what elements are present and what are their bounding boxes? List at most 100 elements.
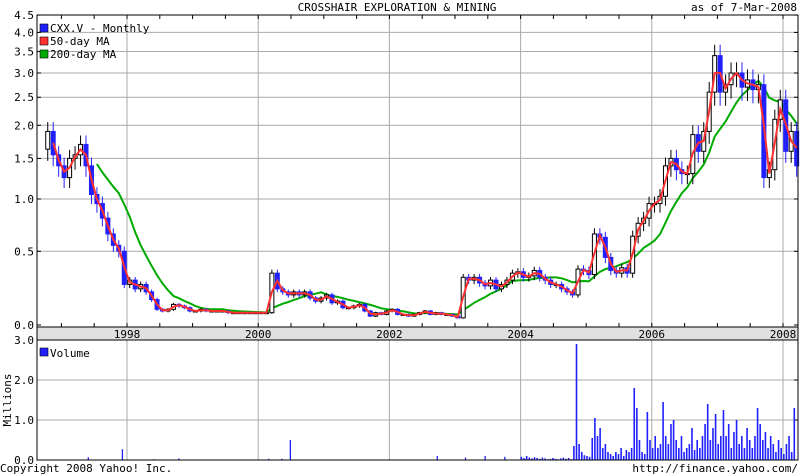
y-tick-label: 4.0 <box>14 26 34 39</box>
volume-bar <box>735 420 738 460</box>
volume-bar <box>662 402 664 460</box>
volume-bar <box>783 454 785 460</box>
volume-bar <box>712 428 714 460</box>
volume-grid: 0.01.02.03.0 <box>14 334 798 467</box>
legend-swatch-ma200 <box>39 49 49 59</box>
x-tick-label: 2004 <box>507 328 534 341</box>
volume-bar <box>525 456 528 460</box>
volume-bar <box>730 448 733 460</box>
volume-bar <box>727 424 730 460</box>
volume-bar <box>777 440 780 460</box>
volume-bar <box>701 436 704 460</box>
volume-bar <box>599 428 601 460</box>
volume-bar <box>121 449 124 460</box>
volume-bar <box>604 444 607 460</box>
volume-bar <box>583 455 586 460</box>
legend-label-volume: Volume <box>50 347 90 360</box>
y-tick-label: 2.0 <box>14 119 34 132</box>
volume-plot-frame <box>36 339 799 461</box>
volume-bar <box>704 424 706 460</box>
y-tick-label: 1.0 <box>14 193 34 206</box>
legend-label-price: CXX.V - Monthly <box>50 22 150 35</box>
volume-bar <box>775 452 777 460</box>
volume-bar <box>633 388 636 460</box>
volume-bar <box>717 444 719 460</box>
source-link[interactable]: http://finance.yahoo.com/ <box>632 462 798 475</box>
volume-bar <box>788 436 790 460</box>
volume-y-tick-label: 2.0 <box>14 374 34 387</box>
volume-bar <box>659 444 662 460</box>
volume-bar <box>688 444 691 460</box>
volume-bar <box>780 448 782 460</box>
x-axis-years: 1998 2000 2002 2004 2006 2008 <box>60 15 797 341</box>
volume-bar <box>683 452 685 460</box>
volume-bar <box>636 408 638 460</box>
volume-bar <box>607 452 609 460</box>
volume-bar <box>646 412 649 460</box>
volume-bar <box>667 444 670 460</box>
volume-bar <box>630 448 633 460</box>
volume-bar <box>764 432 767 460</box>
volume-bar <box>785 444 788 460</box>
stock-chart: CROSSHAIR EXPLORATION & MINING as of 7-M… <box>0 1 800 475</box>
x-tick-label: 2008 <box>770 328 797 341</box>
as-of-date: as of 7-Mar-2008 <box>691 1 797 14</box>
volume-bar <box>484 456 486 460</box>
volume-bar <box>654 436 657 460</box>
volume-bar <box>759 424 761 460</box>
volume-y-tick-label: 1.0 <box>14 414 34 427</box>
volume-bar <box>672 420 675 460</box>
volume-bar <box>594 418 596 460</box>
volume-bar <box>586 456 588 460</box>
volume-bar <box>762 440 764 460</box>
legend-swatch-price <box>39 23 49 33</box>
y-tick-label: 3.0 <box>14 67 34 80</box>
y-tick-label: 0.5 <box>14 245 34 258</box>
volume-bar <box>436 456 438 460</box>
volume-bar <box>612 456 615 460</box>
volume-bar <box>748 440 751 460</box>
volume-bar <box>622 456 625 460</box>
volume-bar <box>738 444 740 460</box>
volume-bar <box>670 424 672 460</box>
ma200-line <box>96 79 798 316</box>
price-legend: CXX.V - Monthly 50-day MA 200-day MA <box>39 22 150 61</box>
volume-bar <box>751 448 754 460</box>
volume-bar <box>643 454 646 460</box>
y-tick-label: 2.5 <box>14 91 34 104</box>
volume-bar <box>743 448 746 460</box>
volume-bar <box>641 452 643 460</box>
y-tick-label: 3.5 <box>14 46 34 59</box>
volume-bar <box>691 428 693 460</box>
x-tick-label: 2002 <box>376 328 403 341</box>
volume-bar <box>790 452 793 460</box>
volume-bar <box>628 452 630 460</box>
volume-bar <box>664 436 667 460</box>
legend-label-ma200: 200-day MA <box>50 48 117 61</box>
volume-bar <box>767 448 769 460</box>
ma50-line <box>52 71 798 319</box>
volume-bar <box>772 444 775 460</box>
legend-swatch-ma50 <box>39 36 49 46</box>
volume-bar <box>685 448 688 460</box>
volume-axis-label: Millions <box>1 374 14 427</box>
legend-label-ma50: 50-day MA <box>50 35 110 48</box>
volume-bar <box>709 440 712 460</box>
chart-title: CROSSHAIR EXPLORATION & MINING <box>298 1 497 14</box>
x-tick-label: 2006 <box>639 328 666 341</box>
y-tick-label: 4.5 <box>14 9 34 22</box>
y-tick-label: 1.5 <box>14 152 34 165</box>
volume-bar <box>769 436 772 460</box>
volume-bar <box>573 446 575 460</box>
volume-bar <box>725 436 727 460</box>
volume-bar <box>575 344 578 460</box>
y-tick-label: 0.0 <box>14 319 34 332</box>
volume-bar <box>289 440 291 460</box>
volume-bar <box>638 440 641 460</box>
volume-bar <box>754 436 756 460</box>
ma50-layer <box>52 71 798 319</box>
copyright: Copyright 2008 Yahoo! Inc. <box>0 462 172 475</box>
volume-y-tick-label: 3.0 <box>14 334 34 347</box>
volume-bars <box>87 344 796 460</box>
ma200-layer <box>96 79 798 316</box>
